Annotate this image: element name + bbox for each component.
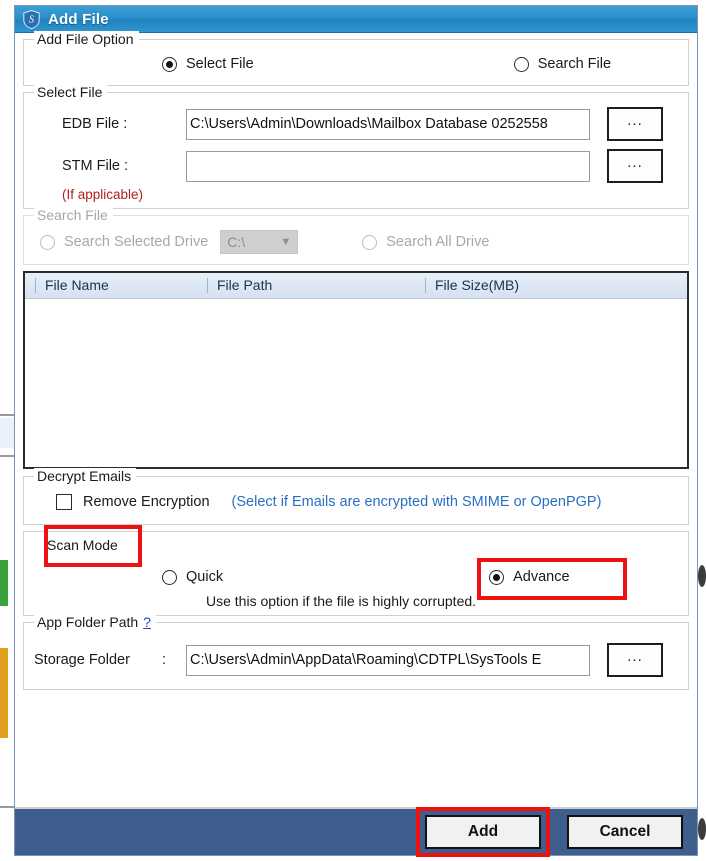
app-folder-path-legend: App Folder Path? [34,614,156,630]
stm-file-label: STM File : [62,158,129,174]
radio-search-file-dot [513,56,529,72]
radio-search-file-label: Search File [537,56,612,72]
background-green-fragment [0,560,8,606]
remove-encryption-row: Remove Encryption (Select if Emails are … [34,490,678,514]
background-orange-fragment [0,648,8,738]
radio-search-all-drive-dot [362,234,378,250]
scan-mode-group: Scan Mode Quick Advance Use this option … [23,525,689,616]
radio-select-file[interactable]: Select File [162,56,254,72]
radio-scan-advance-label: Advance [513,569,570,585]
edb-file-row: EDB File : C:\Users\Admin\Downloads\Mail… [34,107,678,141]
decrypt-emails-legend: Decrypt Emails [34,468,137,484]
remove-encryption-label: Remove Encryption [83,494,210,510]
background-dot-upper [698,565,706,587]
background-divider-c [0,806,14,808]
svg-text:S: S [29,14,34,25]
radio-search-selected-drive-dot [40,234,55,250]
drive-select[interactable]: C:\ ▼ [220,230,299,254]
radio-select-file-label: Select File [186,56,254,72]
column-header-file-name[interactable]: File Name [35,278,207,293]
storage-folder-input[interactable]: C:\Users\Admin\AppData\Roaming\CDTPL\Sys… [186,644,590,676]
add-button-wrapper: Add [416,807,550,857]
radio-scan-advance[interactable]: Advance [477,558,628,600]
file-list[interactable]: File Name File Path File Size(MB) [23,271,689,469]
add-file-option-legend: Add File Option [34,31,139,47]
edb-browse-button[interactable]: ... [607,107,663,141]
storage-folder-row: Storage Folder : C:\Users\Admin\AppData\… [34,643,678,677]
radio-select-file-dot [162,56,177,72]
storage-browse-button[interactable]: ... [607,643,663,677]
search-file-group: Search File Search Selected Drive C:\ ▼ … [23,207,689,265]
radio-scan-quick[interactable]: Quick [162,569,223,585]
stm-file-row: STM File : ... [34,149,678,183]
select-file-group: Select File EDB File : C:\Users\Admin\Do… [23,84,689,209]
column-header-file-size[interactable]: File Size(MB) [425,278,687,293]
radio-search-all-drive-label: Search All Drive [386,234,490,250]
radio-scan-quick-label: Quick [186,569,224,585]
background-blue-fragment [0,418,14,448]
background-window-right-edge [698,0,706,861]
scan-mode-row: Quick Advance [34,558,678,600]
file-list-header: File Name File Path File Size(MB) [25,273,687,299]
add-button[interactable]: Add [425,815,541,849]
remove-encryption-checkbox[interactable] [56,494,72,510]
radio-search-selected-drive[interactable]: Search Selected Drive [40,234,208,250]
add-file-option-row: Select File Search File [34,52,678,76]
chevron-down-icon: ▼ [280,236,292,248]
scan-mode-legend-text: Scan Mode [47,537,118,553]
background-divider-b [0,455,14,457]
file-list-header-gutter [25,278,35,293]
dialog-footer: Add Cancel [15,807,697,857]
app-folder-path-group: App Folder Path? Storage Folder : C:\Use… [23,614,689,690]
cancel-button[interactable]: Cancel [567,815,683,849]
drive-select-value: C:\ [227,234,246,250]
radio-scan-quick-dot [162,569,177,585]
edb-file-label: EDB File : [62,116,128,132]
stm-file-note: (If applicable) [62,187,144,202]
decrypt-emails-group: Decrypt Emails Remove Encryption (Select… [23,468,689,525]
storage-folder-colon: : [162,652,167,668]
radio-scan-advance-dot [489,569,505,585]
add-file-dialog: S Add File Add File Option Select File S… [14,5,698,857]
help-link-icon[interactable]: ? [143,614,151,630]
scan-mode-note: Use this option if the file is highly co… [206,593,477,609]
shield-s-icon: S [23,9,40,29]
storage-folder-label: Storage Folder [34,652,130,668]
search-file-legend: Search File [34,207,113,223]
stm-browse-button[interactable]: ... [607,149,663,183]
background-dot-lower [698,818,706,840]
stm-file-input[interactable] [186,150,590,182]
file-list-body[interactable] [25,299,687,467]
scan-mode-legend: Scan Mode [44,525,142,567]
column-header-file-path[interactable]: File Path [207,278,425,293]
radio-search-file[interactable]: Search File [513,56,612,72]
app-folder-path-legend-text: App Folder Path [37,614,139,630]
dialog-title: Add File [48,10,109,28]
search-file-row: Search Selected Drive C:\ ▼ Search All D… [34,229,678,255]
add-file-option-group: Add File Option Select File Search File [23,31,689,86]
dialog-titlebar: S Add File [15,6,697,33]
background-window-left-edge [0,0,14,861]
encryption-hint-text: (Select if Emails are encrypted with SMI… [231,494,602,510]
radio-search-all-drive[interactable]: Search All Drive [362,234,489,250]
radio-search-selected-drive-label: Search Selected Drive [64,234,209,250]
select-file-legend: Select File [34,84,108,100]
edb-file-input[interactable]: C:\Users\Admin\Downloads\Mailbox Databas… [186,108,590,140]
background-divider-a [0,414,14,416]
dialog-body: Add File Option Select File Search File … [15,31,697,807]
